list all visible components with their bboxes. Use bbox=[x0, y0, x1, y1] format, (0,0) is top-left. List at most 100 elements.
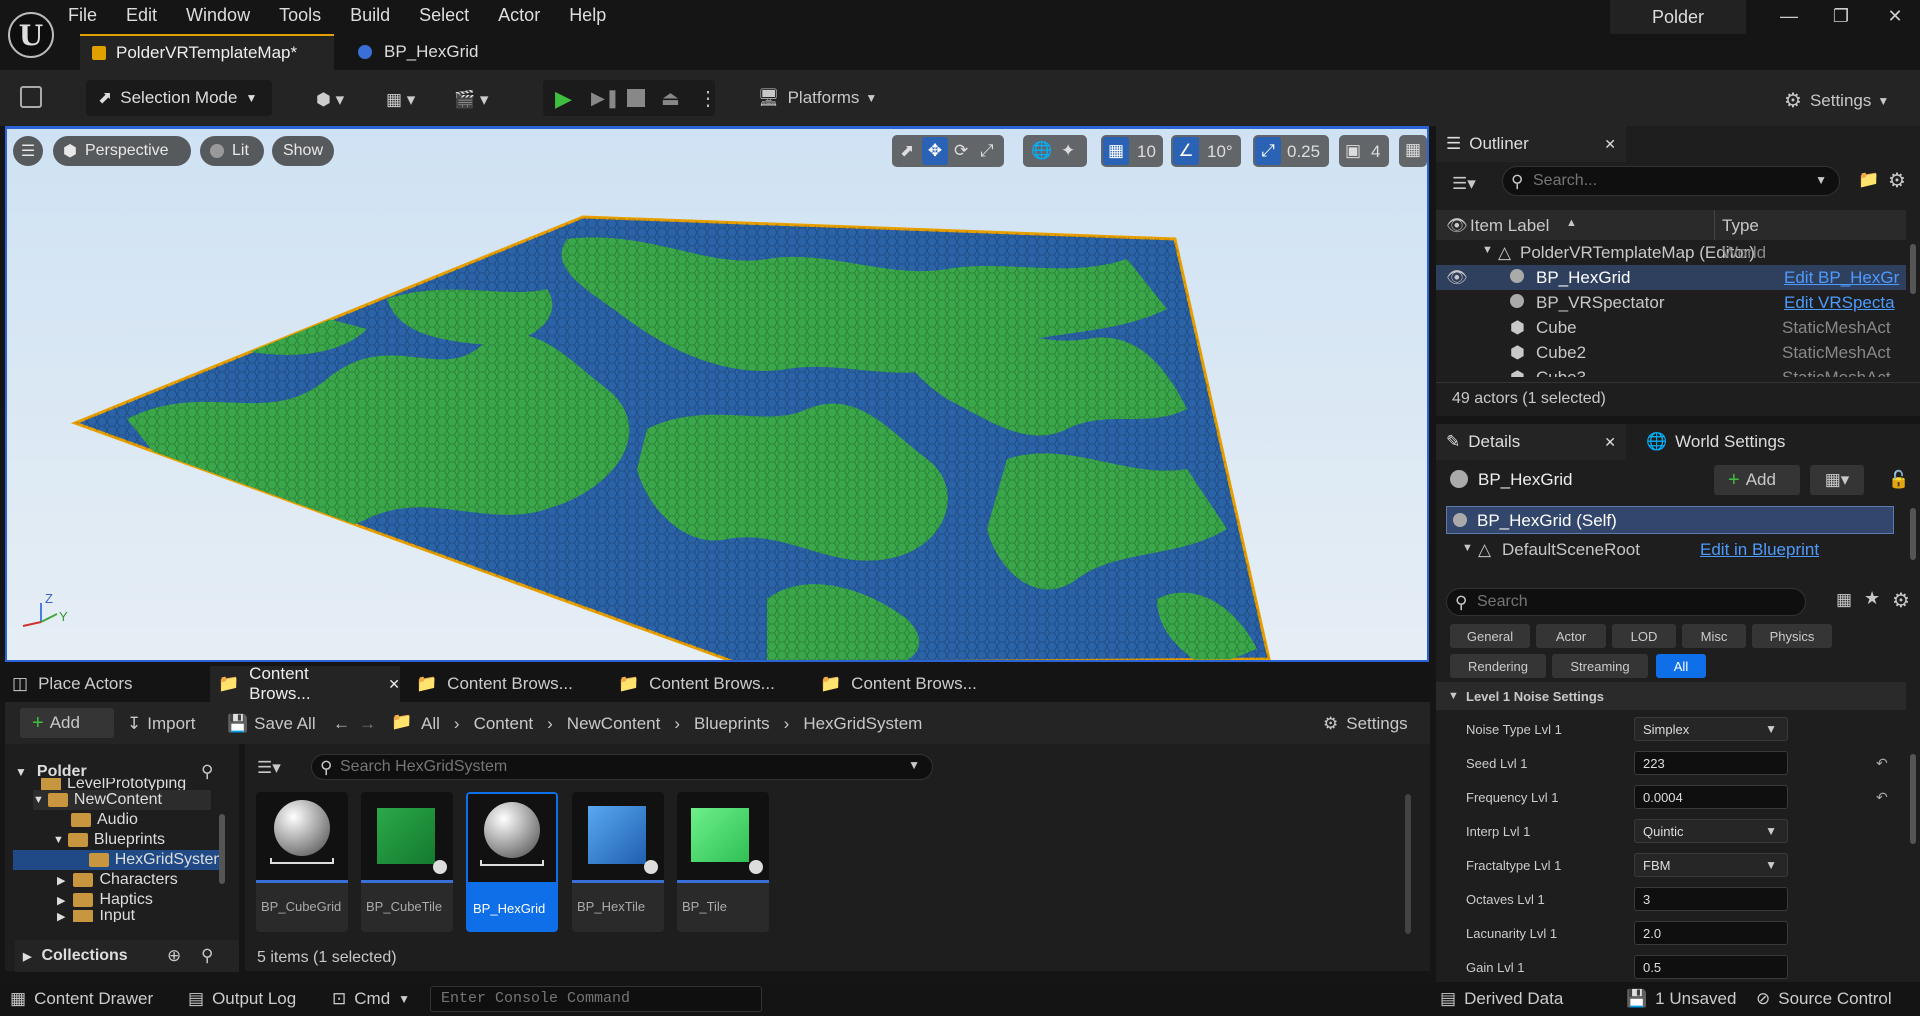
lit-button[interactable]: Lit bbox=[200, 136, 264, 166]
cb-settings-button[interactable]: ⚙ Settings bbox=[1323, 714, 1408, 734]
menu-edit[interactable]: Edit bbox=[126, 5, 157, 26]
asset-tile-selected[interactable]: BP_HexGrid bbox=[466, 792, 558, 932]
octaves-input[interactable]: 3 bbox=[1634, 887, 1788, 911]
tab-content-browser-1[interactable]: 📁 Content Brows... ✕ bbox=[210, 664, 400, 703]
blueprint-menu-icon[interactable]: ▦ ▾ bbox=[386, 90, 415, 110]
camera-speed[interactable]: ▣ 4 bbox=[1339, 135, 1389, 167]
filter-lod[interactable]: LOD bbox=[1612, 624, 1676, 648]
rotation-snap[interactable]: ∠ 10° bbox=[1171, 135, 1241, 167]
play-icon[interactable]: ▶ bbox=[555, 86, 572, 112]
add-button[interactable]: + Add bbox=[20, 708, 114, 738]
menu-tools[interactable]: Tools bbox=[279, 5, 321, 26]
lock-icon[interactable]: 🔓 bbox=[1888, 470, 1909, 490]
import-button[interactable]: ↧ Import bbox=[127, 714, 195, 734]
outliner-type-link[interactable]: Edit BP_HexGr bbox=[1784, 268, 1906, 288]
outliner-row-selected[interactable]: 👁 BP_HexGrid Edit BP_HexGr bbox=[1436, 265, 1906, 290]
menu-select[interactable]: Select bbox=[419, 5, 469, 26]
menu-actor[interactable]: Actor bbox=[498, 5, 540, 26]
fractaltype-dropdown[interactable]: FBM ▼ bbox=[1634, 853, 1788, 877]
tree-item[interactable]: ▶ Input bbox=[57, 910, 135, 922]
asset-search-input[interactable] bbox=[340, 758, 900, 776]
seed-input[interactable]: 223 bbox=[1634, 751, 1788, 775]
scale-tool-icon[interactable]: ⤢ bbox=[980, 141, 994, 161]
filter-physics[interactable]: Physics bbox=[1752, 624, 1832, 648]
selection-mode-dropdown[interactable]: ⬈ Selection Mode ▼ bbox=[86, 80, 272, 116]
rotate-tool-icon[interactable]: ⟳ bbox=[954, 141, 968, 161]
col-type[interactable]: Type bbox=[1722, 216, 1759, 236]
tab-content-browser-4[interactable]: 📁 Content Brows... bbox=[820, 666, 1010, 702]
tab-content-browser-2[interactable]: 📁 Content Brows... bbox=[416, 666, 606, 702]
star-icon[interactable]: ★ bbox=[1864, 588, 1880, 609]
close-icon[interactable]: ✕ bbox=[1604, 136, 1616, 153]
select-tool-icon[interactable]: ⬈ bbox=[900, 141, 914, 161]
save-all-button[interactable]: 💾 Save All bbox=[227, 714, 316, 734]
menu-file[interactable]: File bbox=[68, 5, 97, 26]
asset-scrollbar[interactable] bbox=[1405, 794, 1411, 934]
filter-misc[interactable]: Misc bbox=[1682, 624, 1746, 648]
console-input[interactable] bbox=[441, 990, 751, 1007]
close-icon[interactable]: ✕ bbox=[1604, 434, 1616, 451]
reset-icon[interactable]: ↶ bbox=[1876, 755, 1888, 772]
chevron-down-icon[interactable]: ▼ bbox=[1815, 173, 1827, 187]
filter-icon[interactable]: ☰▾ bbox=[1452, 174, 1476, 194]
filter-icon[interactable]: ☰▾ bbox=[257, 758, 281, 778]
component-scrollbar[interactable] bbox=[1910, 508, 1916, 560]
asset-search-box[interactable]: ⚲ ▼ bbox=[311, 754, 933, 780]
tree-scrollbar[interactable] bbox=[219, 814, 225, 884]
perspective-button[interactable]: ⬢ Perspective bbox=[53, 136, 191, 166]
breadcrumb-content[interactable]: Content bbox=[474, 714, 534, 734]
component-root-row[interactable]: ▼ △ DefaultSceneRoot Edit in Blueprint bbox=[1446, 536, 1894, 562]
outliner-search-box[interactable]: ⚲ ▼ bbox=[1502, 166, 1840, 196]
breadcrumb-newcontent[interactable]: NewContent bbox=[567, 714, 661, 734]
details-search-input[interactable] bbox=[1477, 593, 1777, 611]
tree-item-selected[interactable]: HexGridSystem bbox=[13, 850, 223, 870]
tree-item[interactable]: ▼ Blueprints bbox=[53, 830, 165, 850]
folder-icon[interactable]: 📁 bbox=[391, 712, 412, 732]
breadcrumb-all[interactable]: All bbox=[421, 714, 440, 734]
breadcrumb-blueprints[interactable]: Blueprints bbox=[694, 714, 770, 734]
outliner-row[interactable]: BP_VRSpectator Edit VRSpecta bbox=[1436, 290, 1906, 315]
unreal-logo-icon[interactable]: U bbox=[8, 12, 54, 58]
tab-place-actors[interactable]: ◫ Place Actors bbox=[12, 666, 202, 702]
filter-actor[interactable]: Actor bbox=[1536, 624, 1606, 648]
filter-streaming[interactable]: Streaming bbox=[1552, 654, 1648, 678]
blueprint-options-icon[interactable]: ▦▾ bbox=[1810, 465, 1864, 495]
frequency-input[interactable]: 0.0004 bbox=[1634, 785, 1788, 809]
breadcrumb-hexgridsystem[interactable]: HexGridSystem bbox=[803, 714, 922, 734]
close-icon[interactable]: ✕ bbox=[388, 676, 400, 693]
tab-content-browser-3[interactable]: 📁 Content Brows... bbox=[618, 666, 808, 702]
tree-item[interactable]: LevelPrototyping bbox=[41, 778, 186, 790]
settings-dropdown[interactable]: ⚙ Settings ▼ bbox=[1784, 88, 1889, 113]
col-item-label[interactable]: Item Label bbox=[1470, 216, 1549, 236]
tab-world-settings[interactable]: 🌐 World Settings bbox=[1646, 424, 1785, 460]
stop-icon[interactable] bbox=[627, 89, 645, 107]
lacunarity-input[interactable]: 2.0 bbox=[1634, 921, 1788, 945]
filter-general[interactable]: General bbox=[1450, 624, 1530, 648]
save-icon[interactable] bbox=[20, 86, 42, 108]
viewport-menu-icon[interactable]: ☰ bbox=[13, 136, 43, 166]
component-self-row[interactable]: BP_HexGrid (Self) bbox=[1446, 506, 1894, 534]
table-view-icon[interactable]: ▦ bbox=[1836, 590, 1852, 610]
asset-tile[interactable]: BP_Tile bbox=[677, 792, 769, 932]
forward-icon[interactable]: → bbox=[359, 714, 376, 734]
details-search-box[interactable]: ⚲ bbox=[1446, 588, 1806, 616]
outliner-row[interactable]: ⬢ Cube3 StaticMeshAct bbox=[1436, 365, 1906, 377]
tab-level-map[interactable]: PolderVRTemplateMap* bbox=[80, 34, 334, 70]
outliner-row[interactable]: ⬢ Cube StaticMeshAct bbox=[1436, 315, 1906, 340]
asset-tile[interactable]: BP_HexTile bbox=[572, 792, 664, 932]
outliner-scrollbar[interactable] bbox=[1910, 244, 1916, 294]
source-control-button[interactable]: ⊘ Source Control bbox=[1756, 982, 1892, 1016]
section-header[interactable]: ▼ Level 1 Noise Settings bbox=[1436, 682, 1906, 710]
grid-snap[interactable]: ▦ 10 bbox=[1101, 135, 1163, 167]
tab-bp-hexgrid[interactable]: BP_HexGrid bbox=[346, 34, 506, 70]
tree-item[interactable]: Audio bbox=[71, 810, 138, 830]
close-icon[interactable]: ✕ bbox=[1880, 6, 1910, 32]
unsaved-button[interactable]: 💾 1 Unsaved bbox=[1626, 982, 1736, 1016]
outliner-row[interactable]: ▼ △ PolderVRTemplateMap (Editor) World bbox=[1436, 240, 1906, 265]
gear-icon[interactable]: ⚙ bbox=[1892, 588, 1910, 613]
interp-dropdown[interactable]: Quintic ▼ bbox=[1634, 819, 1788, 843]
layout-icon[interactable]: ▦ bbox=[1399, 135, 1427, 167]
outliner-row[interactable]: ⬢ Cube2 StaticMeshAct bbox=[1436, 340, 1906, 365]
cinematics-icon[interactable]: 🎬 ▾ bbox=[454, 90, 488, 110]
tree-item[interactable]: ▶ Characters bbox=[57, 870, 178, 890]
